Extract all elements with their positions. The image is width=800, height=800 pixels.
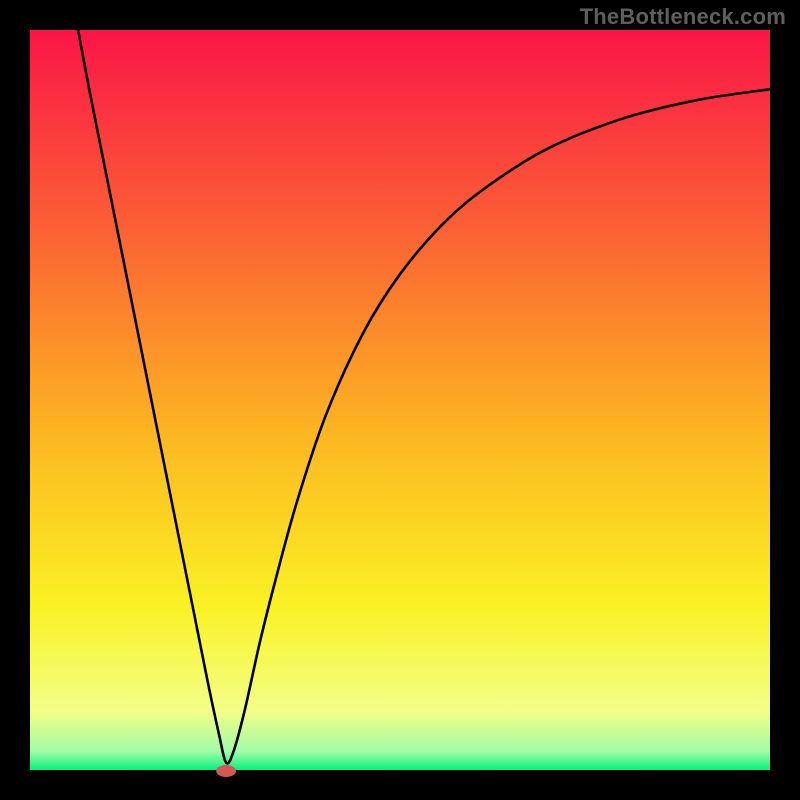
curve-min-marker	[216, 765, 236, 777]
bottleneck-chart	[0, 0, 800, 800]
plot-area	[30, 30, 770, 770]
chart-frame: TheBottleneck.com	[0, 0, 800, 800]
watermark-text: TheBottleneck.com	[580, 4, 786, 30]
